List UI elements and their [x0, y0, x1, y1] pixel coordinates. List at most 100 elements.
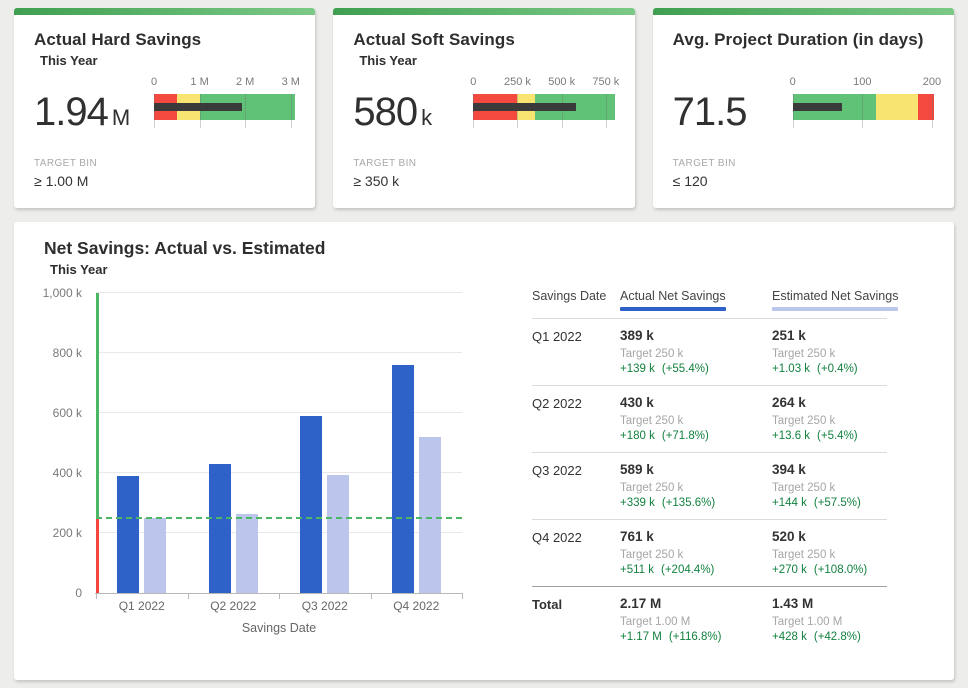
category-group-q3-2022	[279, 293, 371, 593]
cell-delta: +13.6 k(+5.4%)	[772, 430, 912, 442]
row-label: Q3 2022	[532, 462, 620, 509]
bullet-tick-line	[154, 94, 155, 128]
cell-value: 761 k	[620, 529, 772, 544]
delta-percent: (+5.4%)	[817, 430, 858, 442]
row-label: Q1 2022	[532, 328, 620, 375]
bullet-value-marker	[154, 103, 242, 111]
bullet-chart-hard-savings: 01 M2 M3 M	[154, 76, 295, 142]
bar-estimated-q4-2022[interactable]	[419, 437, 441, 593]
delta-percent: (+42.8%)	[814, 631, 861, 643]
cell-target: Target 250 k	[772, 415, 912, 427]
panel-subtitle: This Year	[50, 262, 934, 277]
card-accent-bar	[653, 8, 954, 15]
delta-percent: (+204.4%)	[661, 564, 714, 576]
x-axis-tick	[462, 593, 463, 599]
bar-chart: 0200 k400 k600 k800 k1,000 k Q1 2022Q2 2…	[34, 281, 506, 653]
card-accent-bar	[14, 8, 315, 15]
estimated-cell: 251 kTarget 250 k+1.03 k(+0.4%)	[772, 328, 912, 375]
bullet-axis-tick: 200	[923, 76, 941, 88]
table-header: Savings Date Actual Net Savings Estimate…	[532, 289, 887, 319]
bullet-axis-tick: 0	[470, 76, 476, 88]
cell-value: 430 k	[620, 395, 772, 410]
delta-amount: +1.17 M	[620, 631, 662, 643]
cell-value: 2.17 M	[620, 596, 772, 611]
savings-table: Savings Date Actual Net Savings Estimate…	[532, 289, 887, 653]
table-row-q2-2022[interactable]: Q2 2022430 kTarget 250 k+180 k(+71.8%)26…	[532, 386, 887, 453]
x-axis-tick	[96, 593, 97, 599]
bullet-axis-tick: 500 k	[548, 76, 575, 88]
bullet-tick-line	[606, 94, 607, 128]
target-bin-value: ≥ 1.00 M	[34, 173, 295, 189]
cell-delta: +144 k(+57.5%)	[772, 497, 912, 509]
bullet-tick-line	[291, 94, 292, 128]
x-axis-category-label: Q1 2022	[96, 599, 188, 613]
category-group-q4-2022	[371, 293, 463, 593]
delta-amount: +1.03 k	[772, 363, 810, 375]
bar-actual-q2-2022[interactable]	[209, 464, 231, 593]
target-bin-value: ≥ 350 k	[353, 173, 614, 189]
kpi-title: Actual Soft Savings	[353, 30, 614, 50]
bullet-chart-project-duration: 0100200	[793, 76, 934, 142]
delta-amount: +144 k	[772, 497, 807, 509]
x-axis-tick	[188, 593, 189, 599]
cell-value: 589 k	[620, 462, 772, 477]
y-axis-indicator-above-target	[96, 293, 99, 518]
plot-area	[96, 293, 462, 593]
bar-actual-q3-2022[interactable]	[300, 416, 322, 593]
table-row-total[interactable]: Total2.17 MTarget 1.00 M+1.17 M(+116.8%)…	[532, 586, 887, 653]
delta-amount: +511 k	[620, 564, 654, 576]
y-axis-indicator-below-target	[96, 518, 99, 593]
cell-target: Target 250 k	[620, 482, 772, 494]
estimated-series-swatch	[772, 307, 898, 311]
estimated-cell: 1.43 MTarget 1.00 M+428 k(+42.8%)	[772, 596, 912, 643]
delta-percent: (+71.8%)	[662, 430, 709, 442]
net-savings-panel: Net Savings: Actual vs. Estimated This Y…	[14, 222, 954, 680]
y-axis-tick-label: 800 k	[53, 346, 82, 360]
cell-target: Target 250 k	[772, 482, 912, 494]
bar-actual-q1-2022[interactable]	[117, 476, 139, 593]
kpi-title: Actual Hard Savings	[34, 30, 295, 50]
dashboard: { "page": { "background": "#edeeec", "ca…	[0, 0, 968, 688]
bar-estimated-q2-2022[interactable]	[236, 514, 258, 593]
actual-cell: 2.17 MTarget 1.00 M+1.17 M(+116.8%)	[620, 596, 772, 643]
kpi-subtitle: This Year	[359, 53, 614, 70]
row-label: Total	[532, 596, 620, 643]
actual-series-swatch	[620, 307, 726, 311]
delta-percent: (+108.0%)	[814, 564, 867, 576]
kpi-value: 1.94M	[34, 76, 144, 135]
bullet-axis-tick: 3 M	[282, 76, 300, 88]
bullet-tick-line	[517, 94, 518, 128]
bar-actual-q4-2022[interactable]	[392, 365, 414, 593]
x-axis-category-label: Q4 2022	[371, 599, 463, 613]
bullet-axis-tick: 2 M	[236, 76, 254, 88]
category-group-q2-2022	[188, 293, 280, 593]
target-bin-label: TARGET BIN	[34, 158, 295, 169]
table-row-q3-2022[interactable]: Q3 2022589 kTarget 250 k+339 k(+135.6%)3…	[532, 453, 887, 520]
cell-delta: +1.03 k (+0.4%)	[772, 363, 912, 375]
cell-delta: +270 k(+108.0%)	[772, 564, 912, 576]
delta-percent: (+0.4%)	[817, 363, 858, 375]
x-axis-tick	[279, 593, 280, 599]
cell-value: 520 k	[772, 529, 912, 544]
cell-delta: +428 k(+42.8%)	[772, 631, 912, 643]
bar-estimated-q1-2022[interactable]	[144, 518, 166, 593]
target-bin-label: TARGET BIN	[673, 158, 934, 169]
y-axis-tick-label: 400 k	[53, 466, 82, 480]
cell-target: Target 250 k	[772, 549, 912, 561]
bullet-tick-line	[245, 94, 246, 128]
estimated-cell: 520 k Target 250 k +270 k(+108.0%)	[772, 529, 912, 576]
kpi-row: Actual Hard Savings This Year 1.94M 0 1 M…	[14, 8, 954, 208]
cell-delta: +180 k(+71.8%)	[620, 430, 772, 442]
bullet-tick-line	[473, 94, 474, 128]
bar-estimated-q3-2022[interactable]	[327, 475, 349, 593]
bullet-segment	[876, 94, 918, 120]
bullet-tick-line	[562, 94, 563, 128]
y-axis-labels: 0200 k400 k600 k800 k1,000 k	[34, 293, 90, 593]
kpi-card-avg-project-duration: Avg. Project Duration (in days) 71.5 010…	[653, 8, 954, 208]
cell-delta: +511 k (+204.4%)	[620, 564, 772, 576]
table-row-q4-2022[interactable]: Q4 2022761 kTarget 250 k+511 k(+204.4%)5…	[532, 520, 887, 587]
table-row-q1-2022[interactable]: Q1 2022389 kTarget 250 k+139 k(+55.4%)25…	[532, 319, 887, 386]
bullet-axis-tick: 1 M	[190, 76, 208, 88]
cell-target: Target 1.00 M	[620, 616, 772, 628]
y-axis-tick-label: 0	[75, 586, 82, 600]
